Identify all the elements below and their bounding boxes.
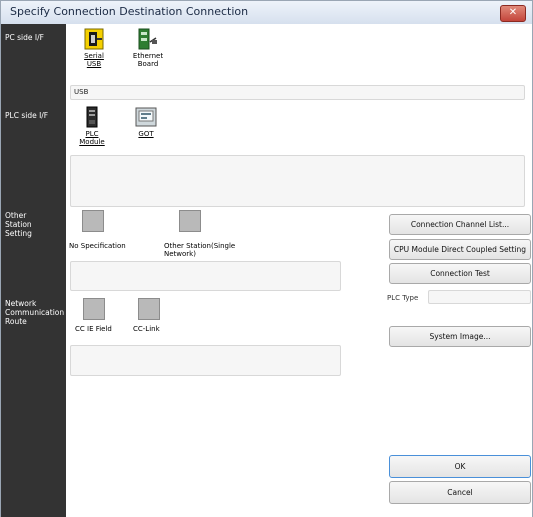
cancel-button[interactable]: Cancel [389,481,531,504]
network-route-detail-field [70,345,341,376]
option-label: CC IE Field [75,325,112,333]
settings-area: Serial USB Ethernet Board USB PLC Module… [66,24,532,517]
other-station-label-line: Other [5,211,27,220]
cc-ie-field-option[interactable] [83,298,105,320]
option-label-line: Network) [164,250,196,258]
other-station-label-line: Setting [5,229,32,238]
pc-side-detail-field: USB [70,85,525,100]
option-label-line: Other Station(Single [164,242,236,250]
system-image-button[interactable]: System Image... [389,326,531,347]
network-route-label-line: Network [5,299,37,308]
connection-dialog: Specify Connection Destination Connectio… [0,0,533,517]
plc-side-detail-field [70,155,525,207]
pc-side-detail-text: USB [74,88,89,96]
close-button[interactable]: ✕ [500,5,526,22]
option-label: PLC [85,130,99,138]
option-label: USB [86,60,102,68]
option-label: GOT [138,130,154,138]
other-station-label-line: Station [5,220,32,229]
network-route-label: Network Communication Route [5,299,64,326]
section-label-panel: PC side I/F PLC side I/F Other Station S… [1,24,66,517]
option-label: Other Station(Single Network) [164,242,235,258]
ok-button[interactable]: OK [389,455,531,478]
plc-type-field [428,290,531,304]
network-route-label-line: Route [5,317,27,326]
option-label: CC-Link [133,325,160,333]
got-icon [135,107,157,127]
pc-side-label: PC side I/F [5,33,44,42]
serial-usb-icon [84,28,104,50]
no-specification-option[interactable] [82,210,104,232]
connection-channel-list-button[interactable]: Connection Channel List... [389,214,531,235]
other-station-label: Other Station Setting [5,211,32,238]
cpu-direct-coupled-setting-button[interactable]: CPU Module Direct Coupled Setting [389,239,531,260]
window-title: Specify Connection Destination Connectio… [10,5,249,18]
pc-option-ethernet-board[interactable]: Ethernet Board [130,28,166,68]
plc-type-label: PLC Type [387,294,419,302]
network-route-label-line: Communication [5,308,65,317]
cc-link-option[interactable] [138,298,160,320]
other-station-single-network-option[interactable] [179,210,201,232]
plc-module-icon [86,106,98,128]
plc-option-plc-module[interactable]: PLC Module [77,106,107,146]
option-label: Serial [84,52,104,60]
option-label: No Specification [69,242,126,250]
other-station-detail-field [70,261,341,291]
option-label: Module [79,138,105,146]
plc-side-label: PLC side I/F [5,111,49,120]
plc-option-got[interactable]: GOT [133,106,159,138]
option-label: Ethernet [132,52,164,60]
ethernet-board-icon [138,28,157,50]
title-bar: Specify Connection Destination Connectio… [1,1,532,25]
option-label: Board [137,60,159,68]
connection-test-button[interactable]: Connection Test [389,263,531,284]
pc-option-serial-usb[interactable]: Serial USB [78,28,110,68]
